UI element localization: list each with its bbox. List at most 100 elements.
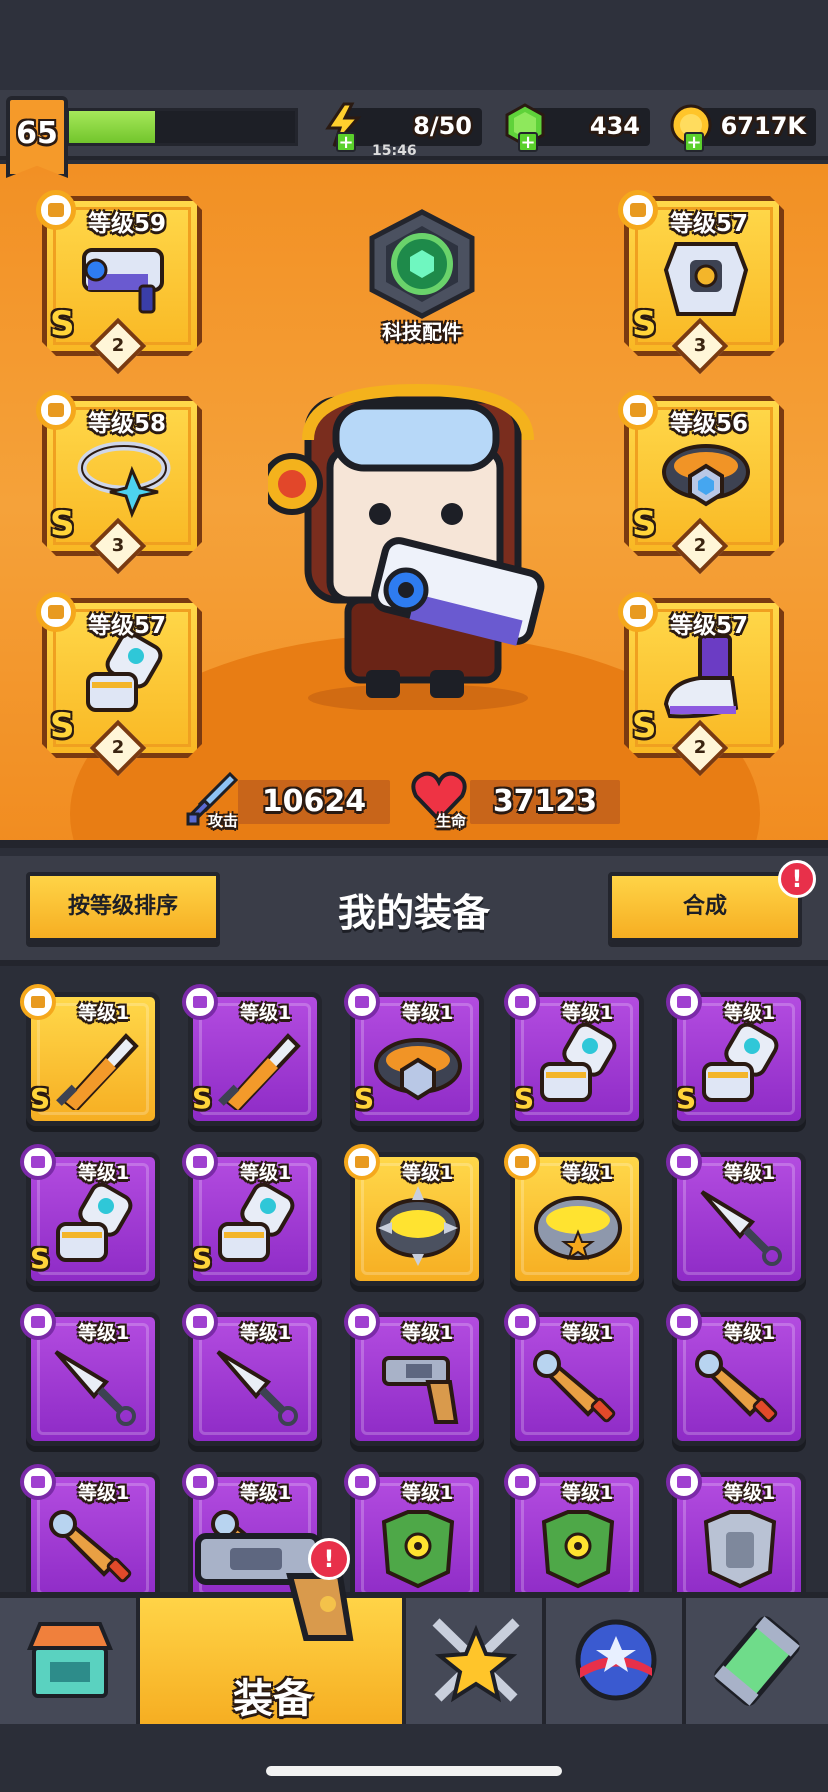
slot-level: 等级57 [670, 211, 749, 237]
gauntlet-icon [86, 632, 163, 712]
coin-counter[interactable]: + 6717K [670, 104, 816, 152]
star-belt-icon [534, 1196, 622, 1261]
item-level: 等级1 [562, 1322, 614, 1344]
hero-character [268, 383, 545, 710]
nav-tab-gacha[interactable] [546, 1598, 686, 1724]
armor-type-icon [618, 190, 658, 230]
nav-tab-shop[interactable] [0, 1598, 140, 1724]
weapon-type-icon [36, 190, 76, 230]
gem-counter[interactable]: + 434 [505, 103, 650, 152]
item-type-icon [504, 1464, 540, 1500]
item-level: 等级1 [78, 1482, 130, 1504]
equipped-necklace-slot[interactable]: 等级58 S 3 [36, 390, 202, 575]
inventory-item[interactable]: 等级1 S [666, 984, 806, 1126]
home-indicator[interactable] [266, 1766, 562, 1776]
inventory-item[interactable]: 等级1 [504, 1464, 644, 1592]
attack-value: 10624 [261, 784, 367, 819]
energy-timer: 15:46 [372, 143, 417, 159]
item-type-icon [344, 1304, 380, 1340]
boots-icon [663, 634, 739, 719]
equipment-alert-badge: ! [308, 1538, 350, 1580]
inventory-item[interactable]: 等级1 [666, 1144, 806, 1286]
inventory-item[interactable]: 等级1 [666, 1464, 806, 1592]
star-ball-icon [575, 1619, 657, 1701]
slot-level: 等级59 [88, 211, 167, 237]
hp-value: 37123 [492, 784, 598, 819]
equipped-armor-slot[interactable]: 等级57 S 3 [618, 190, 784, 375]
inventory-item[interactable]: 等级1 S [182, 984, 322, 1126]
sort-by-level-button[interactable]: 按等级排序 [26, 872, 220, 942]
grade-badge: S [50, 304, 75, 344]
merge-alert-badge: ! [778, 860, 816, 898]
crossed-swords-star-icon [432, 1618, 520, 1703]
inventory-title: 我的装备 [337, 891, 490, 935]
player-level-badge[interactable]: 65 [6, 96, 68, 178]
equipped-boots-slot[interactable]: 等级57 S 2 [618, 592, 784, 777]
equipped-belt-slot[interactable]: 等级56 S 2 [618, 390, 784, 575]
sword-icon [56, 1033, 139, 1110]
energy-value: 8/50 [413, 112, 472, 140]
item-level: 等级1 [724, 1482, 776, 1504]
item-level: 等级1 [402, 1322, 454, 1344]
inventory-item[interactable]: 等级1 [344, 1464, 484, 1592]
grade-badge: S [50, 706, 75, 746]
nav-tab-talent[interactable] [406, 1598, 546, 1724]
item-level: 等级1 [562, 1002, 614, 1024]
inventory-item[interactable]: 等级1 S [504, 984, 644, 1126]
add-coins-button[interactable]: + [684, 132, 704, 152]
inventory-item[interactable]: 等级1 S [20, 1144, 160, 1286]
energy-counter[interactable]: + 8/50 [325, 102, 482, 152]
add-energy-button[interactable]: + [336, 132, 356, 152]
inventory-item[interactable]: 等级1 [666, 1304, 806, 1446]
blaster-icon [82, 248, 164, 314]
slot-level: 等级58 [88, 411, 167, 437]
item-level: 等级1 [402, 1002, 454, 1024]
inventory-item[interactable]: 等级1 [20, 1464, 160, 1592]
steel-armor-icon [703, 1510, 777, 1589]
attack-stat: 10624 [238, 780, 390, 824]
item-level: 等级1 [240, 1322, 292, 1344]
grade-badge: S [30, 1242, 51, 1275]
inventory-item[interactable]: 等级1 [504, 1304, 644, 1446]
kunai-icon [700, 1190, 782, 1266]
inventory-item[interactable]: 等级1 [344, 1304, 484, 1446]
item-level: 等级1 [562, 1482, 614, 1504]
belt-type-icon [618, 390, 658, 430]
megaphone-icon [49, 1510, 132, 1583]
belt-icon [374, 1038, 462, 1101]
item-level: 等级1 [724, 1162, 776, 1184]
tech-hexagon-icon[interactable] [364, 208, 480, 320]
item-type-icon [666, 984, 702, 1020]
item-level: 等级1 [78, 1162, 130, 1184]
inventory-item[interactable]: 等级1 S [344, 984, 484, 1126]
item-type-icon [666, 1464, 702, 1500]
equipped-weapon-slot[interactable]: 等级59 S 2 [36, 190, 202, 375]
coin-value: 6717K [720, 112, 806, 140]
grade-badge: S [354, 1082, 375, 1115]
tech-accessory-label: 科技配件 [382, 320, 462, 344]
inventory-item[interactable]: 等级1 [344, 1144, 484, 1286]
nav-tab-lab[interactable] [686, 1598, 828, 1724]
item-level: 等级1 [78, 1322, 130, 1344]
item-level: 等级1 [240, 1002, 292, 1024]
equipped-gloves-slot[interactable]: 等级57 S 2 [36, 592, 202, 777]
item-type-icon [20, 1144, 56, 1180]
inventory-item[interactable]: 等级1 S [182, 1144, 322, 1286]
inventory-item[interactable]: 等级1 S [20, 984, 160, 1126]
gauntlet-icon [540, 1022, 617, 1102]
gauntlet-icon [56, 1182, 133, 1262]
panel-divider [0, 840, 828, 848]
armor-icon [663, 242, 749, 316]
inventory-item[interactable]: 等级1 [504, 1144, 644, 1286]
merge-button[interactable]: 合成 [608, 872, 802, 942]
boots-type-icon [618, 592, 658, 632]
item-type-icon [504, 1144, 540, 1180]
green-armor-icon [541, 1510, 615, 1589]
gauntlet-icon [702, 1022, 779, 1102]
item-type-icon [504, 1304, 540, 1340]
hp-stat: 37123 [470, 780, 620, 824]
inventory-item[interactable]: 等级1 [20, 1304, 160, 1446]
inventory-item[interactable]: 等级1 [182, 1304, 322, 1446]
add-gems-button[interactable]: + [518, 132, 538, 152]
item-type-icon [20, 1304, 56, 1340]
